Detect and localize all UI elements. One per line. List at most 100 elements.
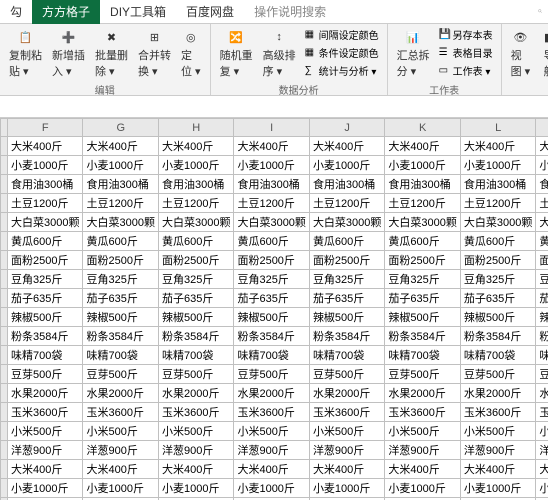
cell[interactable]: 面粉2500斤 — [158, 251, 233, 270]
random-button[interactable]: 🔀随机重复 ▾ — [217, 26, 256, 81]
cell[interactable]: 小麦1000斤 — [385, 479, 460, 498]
cell[interactable]: 大米400斤 — [460, 460, 535, 479]
cell[interactable]: 茄子635斤 — [536, 289, 548, 308]
cell[interactable]: 水果2000斤 — [309, 384, 384, 403]
cell[interactable]: 食用油300桶 — [158, 175, 233, 194]
cell[interactable]: 洋葱900斤 — [158, 441, 233, 460]
cell[interactable]: 味精700袋 — [460, 346, 535, 365]
cell[interactable]: 辣椒500斤 — [309, 308, 384, 327]
grid[interactable]: FGHIJKLMN大米400斤大米400斤大米400斤大米400斤大米400斤大… — [0, 118, 548, 500]
tab-3[interactable]: 百度网盘 — [176, 0, 244, 24]
cell[interactable]: 小麦1000斤 — [460, 479, 535, 498]
cell[interactable]: 豆芽500斤 — [460, 365, 535, 384]
row-header[interactable] — [1, 346, 8, 365]
cell[interactable]: 大白菜3000颗 — [158, 213, 233, 232]
spreadsheet[interactable]: FGHIJKLMN大米400斤大米400斤大米400斤大米400斤大米400斤大… — [0, 118, 548, 500]
cell[interactable]: 黄瓜600斤 — [83, 232, 158, 251]
cell[interactable]: 豆芽500斤 — [234, 365, 309, 384]
cell[interactable]: 味精700袋 — [309, 346, 384, 365]
cell[interactable]: 茄子635斤 — [8, 289, 83, 308]
cell[interactable]: 茄子635斤 — [158, 289, 233, 308]
cell[interactable]: 粉条3584斤 — [83, 327, 158, 346]
cell[interactable]: 大白菜3000颗 — [385, 213, 460, 232]
cell[interactable]: 辣椒500斤 — [234, 308, 309, 327]
cell[interactable]: 水果2000斤 — [83, 384, 158, 403]
cell[interactable]: 粉条3584斤 — [234, 327, 309, 346]
cell[interactable]: 面粉2500斤 — [536, 251, 548, 270]
cell[interactable]: 豆角325斤 — [460, 270, 535, 289]
cell[interactable]: 洋葱900斤 — [385, 441, 460, 460]
cell[interactable]: 黄瓜600斤 — [309, 232, 384, 251]
cell[interactable]: 小麦1000斤 — [309, 479, 384, 498]
row-header[interactable] — [1, 251, 8, 270]
cell[interactable]: 食用油300桶 — [385, 175, 460, 194]
cell[interactable]: 味精700袋 — [536, 346, 548, 365]
cell[interactable]: 面粉2500斤 — [460, 251, 535, 270]
row-header[interactable] — [1, 479, 8, 498]
cell[interactable]: 辣椒500斤 — [385, 308, 460, 327]
cell[interactable]: 洋葱900斤 — [8, 441, 83, 460]
sheet-more-button[interactable]: ▭工作表 ▾ — [437, 62, 495, 79]
cell[interactable]: 大米400斤 — [83, 460, 158, 479]
cell[interactable]: 小麦1000斤 — [234, 479, 309, 498]
cell[interactable]: 洋葱900斤 — [536, 441, 548, 460]
cell[interactable]: 土豆1200斤 — [158, 194, 233, 213]
col-header-L[interactable]: L — [460, 119, 535, 137]
search-icon[interactable] — [532, 4, 548, 20]
cell[interactable]: 大米400斤 — [83, 137, 158, 156]
cell[interactable]: 小麦1000斤 — [158, 156, 233, 175]
cell[interactable]: 黄瓜600斤 — [460, 232, 535, 251]
cond-color-button[interactable]: ▦条件设定颜色 — [303, 44, 381, 61]
cell[interactable]: 粉条3584斤 — [309, 327, 384, 346]
cell[interactable]: 豆角325斤 — [234, 270, 309, 289]
row-header[interactable] — [1, 460, 8, 479]
cell[interactable]: 豆芽500斤 — [536, 365, 548, 384]
cell[interactable]: 水果2000斤 — [385, 384, 460, 403]
table-toc-button[interactable]: ☰表格目录 — [437, 44, 495, 61]
cell[interactable]: 土豆1200斤 — [234, 194, 309, 213]
insert-button[interactable]: ➕新增插入 ▾ — [49, 26, 88, 81]
cell[interactable]: 水果2000斤 — [234, 384, 309, 403]
cell[interactable]: 大白菜3000颗 — [234, 213, 309, 232]
row-header[interactable] — [1, 289, 8, 308]
cell[interactable]: 大米400斤 — [8, 137, 83, 156]
cell[interactable]: 黄瓜600斤 — [158, 232, 233, 251]
cell[interactable]: 大米400斤 — [234, 460, 309, 479]
copy-paste-button[interactable]: 📋复制粘贴 ▾ — [6, 26, 45, 81]
cell[interactable]: 小米500斤 — [158, 422, 233, 441]
cell[interactable]: 茄子635斤 — [309, 289, 384, 308]
cell[interactable]: 食用油300桶 — [8, 175, 83, 194]
cell[interactable]: 豆角325斤 — [309, 270, 384, 289]
cell[interactable]: 玉米3600斤 — [158, 403, 233, 422]
cell[interactable]: 豆角325斤 — [385, 270, 460, 289]
cell[interactable]: 土豆1200斤 — [83, 194, 158, 213]
corner-cell[interactable] — [1, 119, 8, 137]
cell[interactable]: 土豆1200斤 — [460, 194, 535, 213]
cell[interactable]: 食用油300桶 — [83, 175, 158, 194]
cell[interactable]: 水果2000斤 — [158, 384, 233, 403]
cell[interactable]: 大米400斤 — [309, 460, 384, 479]
row-header[interactable] — [1, 213, 8, 232]
cell[interactable]: 小麦1000斤 — [8, 479, 83, 498]
interval-color-button[interactable]: ▦间隔设定颜色 — [303, 26, 381, 43]
cell[interactable]: 玉米3600斤 — [385, 403, 460, 422]
merge-convert-button[interactable]: ⊞合并转换 ▾ — [135, 26, 174, 81]
cell[interactable]: 小麦1000斤 — [158, 479, 233, 498]
tab-2[interactable]: DIY工具箱 — [100, 0, 176, 24]
cell[interactable]: 大米400斤 — [536, 460, 548, 479]
row-header[interactable] — [1, 422, 8, 441]
cell[interactable]: 小米500斤 — [385, 422, 460, 441]
cell[interactable]: 粉条3584斤 — [385, 327, 460, 346]
cell[interactable]: 洋葱900斤 — [234, 441, 309, 460]
cell[interactable]: 大米400斤 — [536, 137, 548, 156]
cell[interactable]: 茄子635斤 — [460, 289, 535, 308]
cell[interactable]: 洋葱900斤 — [83, 441, 158, 460]
cell[interactable]: 面粉2500斤 — [385, 251, 460, 270]
cell[interactable]: 水果2000斤 — [460, 384, 535, 403]
cell[interactable]: 黄瓜600斤 — [385, 232, 460, 251]
tab-0[interactable]: 勾 — [0, 0, 32, 24]
cell[interactable]: 大白菜3000颗 — [83, 213, 158, 232]
cell[interactable]: 味精700袋 — [8, 346, 83, 365]
cell[interactable]: 小麦1000斤 — [83, 156, 158, 175]
cell[interactable]: 粉条3584斤 — [158, 327, 233, 346]
